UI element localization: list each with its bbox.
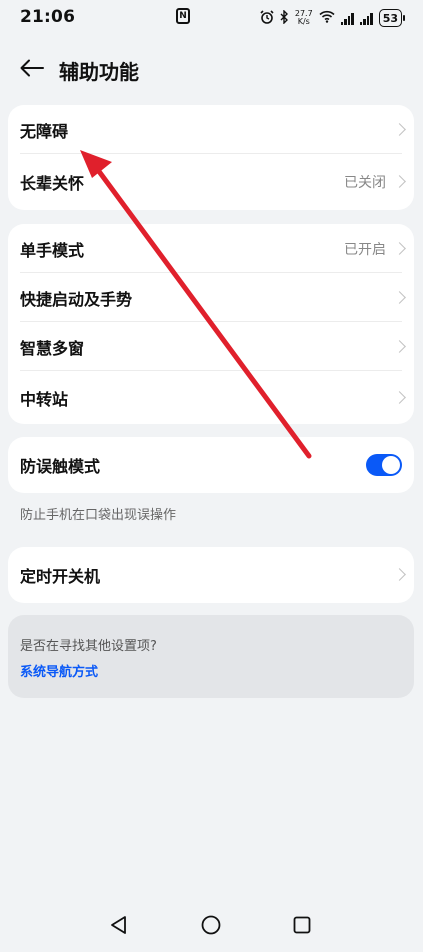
list-item-label: 智慧多窗 <box>20 338 85 358</box>
list-item-multi-window[interactable]: 智慧多窗 <box>8 322 414 371</box>
chevron-right-icon <box>393 241 406 255</box>
status-bar: 21:06 N 27.7 K/s 53 <box>0 0 423 36</box>
square-recent-icon[interactable] <box>292 915 312 935</box>
circle-home-icon[interactable] <box>200 914 222 936</box>
network-speed-unit: K/s <box>297 17 310 26</box>
battery-icon: 53 <box>378 9 405 27</box>
suggestion-question: 是否在寻找其他设置项? <box>20 639 157 654</box>
bluetooth-icon <box>280 8 289 27</box>
card-group-2: 单手模式 已开启 快捷启动及手势 智慧多窗 中转站 <box>8 224 414 424</box>
list-item-label: 快捷启动及手势 <box>20 289 133 309</box>
battery-level: 53 <box>378 9 402 27</box>
chevron-right-icon <box>393 339 406 353</box>
status-icons: 27.7 K/s 53 <box>260 8 405 28</box>
card-group-4: 定时开关机 <box>8 547 414 603</box>
list-item-shortcuts-gestures[interactable]: 快捷启动及手势 <box>8 273 414 322</box>
list-item-value: 已关闭 <box>344 175 386 191</box>
chevron-right-icon <box>393 122 406 136</box>
suggestion-card: 是否在寻找其他设置项? 系统导航方式 <box>8 615 414 698</box>
chevron-right-icon <box>393 290 406 304</box>
chevron-right-icon <box>393 175 406 188</box>
list-item-label: 防误触模式 <box>20 457 101 476</box>
mistouch-toggle[interactable] <box>366 454 402 476</box>
list-item-label: 中转站 <box>20 389 69 409</box>
navigation-bar <box>0 904 423 952</box>
card-group-3: 防误触模式 <box>8 437 414 493</box>
chevron-right-icon <box>393 568 406 581</box>
list-item-one-hand-mode[interactable]: 单手模式 已开启 <box>8 224 414 273</box>
wifi-icon <box>319 10 335 26</box>
list-item-elderly-care[interactable]: 长辈关怀 已关闭 <box>8 154 414 210</box>
nfc-icon: N <box>176 8 190 24</box>
status-time: 21:06 <box>20 7 76 27</box>
list-item-value: 已开启 <box>344 241 386 258</box>
back-button[interactable] <box>16 54 48 86</box>
chevron-right-icon <box>393 390 406 404</box>
list-item-label: 无障碍 <box>20 121 69 141</box>
arrow-left-icon <box>20 59 44 81</box>
suggestion-link-system-navigation[interactable]: 系统导航方式 <box>20 661 98 680</box>
card-group-1: 无障碍 长辈关怀 已关闭 <box>8 105 414 210</box>
list-item-label: 定时开关机 <box>20 567 101 586</box>
triangle-back-icon[interactable] <box>108 914 130 936</box>
list-item-accessibility[interactable]: 无障碍 <box>8 105 414 154</box>
header: 辅助功能 <box>0 48 423 92</box>
mistouch-hint: 防止手机在口袋出现误操作 <box>20 508 177 523</box>
list-item-label: 单手模式 <box>20 240 85 260</box>
list-item-transfer-station[interactable]: 中转站 <box>8 371 414 424</box>
alarm-icon <box>260 9 274 27</box>
signal-icon-2 <box>359 11 373 25</box>
page-title: 辅助功能 <box>59 60 139 84</box>
network-speed: 27.7 K/s <box>295 10 313 26</box>
toggle-knob <box>382 456 400 474</box>
list-item-scheduled-power[interactable]: 定时开关机 <box>8 547 414 603</box>
list-item-mistouch-prevention[interactable]: 防误触模式 <box>8 437 414 493</box>
signal-icon-1 <box>340 11 354 25</box>
list-item-label: 长辈关怀 <box>20 174 85 193</box>
